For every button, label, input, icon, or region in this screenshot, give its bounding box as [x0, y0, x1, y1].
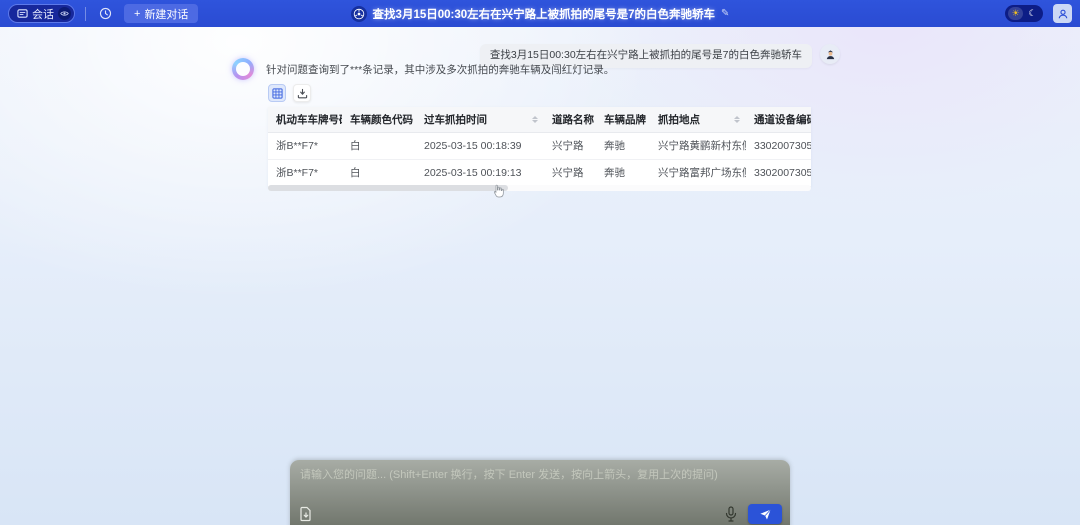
- dark-mode-moon-icon[interactable]: ☾: [1025, 7, 1040, 20]
- question-input[interactable]: [300, 466, 780, 484]
- download-icon: [297, 88, 308, 99]
- new-chat-label: 新建对话: [144, 6, 188, 22]
- top-bar: 会话 + 新建对话 查找3月15日00:30左右在兴宁路上被抓拍的尾号是7的白色…: [0, 0, 1080, 27]
- assistant-message-text: 针对问题查询到了***条记录，其中涉及多次抓拍的奔驰车辆及闯红灯记录。: [266, 58, 614, 77]
- result-toolbar: [268, 84, 311, 102]
- column-header-road[interactable]: 道路名称: [544, 107, 596, 132]
- person-icon: [1057, 8, 1069, 20]
- table-view-button[interactable]: [268, 84, 286, 102]
- column-header-location[interactable]: 抓拍地点: [650, 107, 746, 132]
- column-header-device[interactable]: 通道设备编码: [746, 107, 811, 132]
- microphone-icon[interactable]: [724, 506, 738, 522]
- app-screen: 会话 + 新建对话 查找3月15日00:30左右在兴宁路上被抓拍的尾号是7的白色…: [0, 0, 1080, 525]
- results-table: 机动车车牌号码 车辆颜色代码 过车抓拍时间 道路名称 车辆品牌 抓拍地点 通道设…: [268, 107, 811, 187]
- eye-icon[interactable]: [58, 7, 71, 20]
- column-header-brand[interactable]: 车辆品牌: [596, 107, 650, 132]
- table-row[interactable]: 浙B**F7* 白 2025-03-15 00:19:13 兴宁路 奔驰 兴宁路…: [268, 159, 811, 186]
- session-button[interactable]: 会话: [8, 4, 75, 23]
- loading-spinner-icon: [232, 58, 254, 80]
- plus-icon: +: [134, 8, 140, 20]
- history-icon[interactable]: [96, 5, 114, 23]
- table-row[interactable]: 浙B**F7* 白 2025-03-15 00:18:39 兴宁路 奔驰 兴宁路…: [268, 132, 811, 159]
- message-composer: [290, 460, 790, 525]
- chat-window-icon: [17, 8, 28, 19]
- theme-toggle[interactable]: ☀ ☾: [1005, 5, 1043, 22]
- table-icon: [272, 88, 283, 99]
- topbar-divider: [85, 7, 86, 21]
- light-mode-sun-icon[interactable]: ☀: [1008, 7, 1023, 20]
- column-header-color[interactable]: 车辆颜色代码: [342, 107, 416, 132]
- cell-color: 白: [342, 132, 416, 159]
- composer-bottom-bar: [290, 502, 790, 525]
- column-header-time[interactable]: 过车抓拍时间: [416, 107, 544, 132]
- conversation-title: 查找3月15日00:30左右在兴宁路上被抓拍的尾号是7的白色奔驰轿车: [373, 6, 716, 22]
- assistant-message-row: 针对问题查询到了***条记录，其中涉及多次抓拍的奔驰车辆及闯红灯记录。: [232, 58, 614, 80]
- table-horizontal-scrollbar[interactable]: [268, 185, 811, 191]
- cell-location: 兴宁路黄鹂新村东侧西: [650, 132, 746, 159]
- user-account-button[interactable]: [1053, 4, 1072, 23]
- cell-road: 兴宁路: [544, 132, 596, 159]
- cell-location: 兴宁路富邦广场东侧西: [650, 159, 746, 186]
- cell-road: 兴宁路: [544, 159, 596, 186]
- send-button[interactable]: [748, 504, 782, 524]
- cell-brand: 奔驰: [596, 132, 650, 159]
- sort-icon[interactable]: [532, 116, 538, 123]
- attach-file-icon[interactable]: [298, 506, 314, 522]
- cell-brand: 奔驰: [596, 159, 650, 186]
- session-button-label: 会话: [32, 6, 54, 22]
- topbar-right: ☀ ☾: [1005, 0, 1072, 27]
- table-header-row: 机动车车牌号码 车辆颜色代码 过车抓拍时间 道路名称 车辆品牌 抓拍地点 通道设…: [268, 107, 811, 132]
- cell-device: 3302007305132: [746, 159, 811, 186]
- cell-plate: 浙B**F7*: [268, 159, 342, 186]
- user-avatar: [820, 44, 840, 64]
- sort-icon[interactable]: [734, 116, 740, 123]
- cell-time: 2025-03-15 00:19:13: [416, 159, 544, 186]
- column-header-plate[interactable]: 机动车车牌号码: [268, 107, 342, 132]
- edit-title-icon[interactable]: ✎: [721, 8, 729, 19]
- scrollbar-thumb[interactable]: [268, 185, 508, 191]
- send-paper-plane-icon: [759, 508, 772, 521]
- cell-color: 白: [342, 159, 416, 186]
- cell-device: 3302007305132: [746, 132, 811, 159]
- assistant-badge-icon: [351, 6, 367, 22]
- new-chat-button[interactable]: + 新建对话: [124, 4, 198, 23]
- cell-plate: 浙B**F7*: [268, 132, 342, 159]
- cell-time: 2025-03-15 00:18:39: [416, 132, 544, 159]
- download-button[interactable]: [293, 84, 311, 102]
